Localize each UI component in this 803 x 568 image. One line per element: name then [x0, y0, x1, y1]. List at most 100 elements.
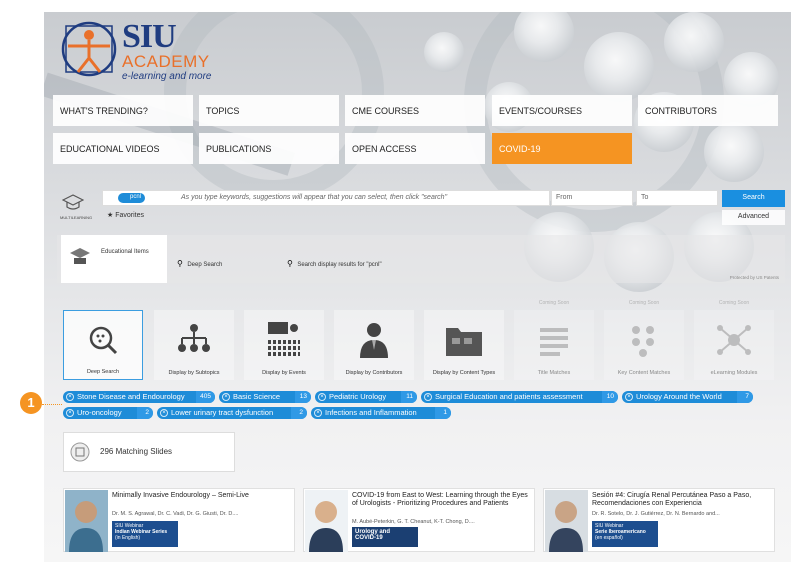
speaker-photo [305, 490, 348, 552]
card-title: Minimally Invasive Endourology – Semi-Li… [112, 492, 249, 499]
tab-deep-search[interactable]: ⚲ Deep Search [177, 253, 222, 271]
chip-label: Basic Science [233, 392, 281, 401]
chip-count: 13 [295, 391, 311, 403]
tab-search-display-results[interactable]: ⚲ Search display results for "pcnl" [287, 253, 382, 271]
topic-chip[interactable]: × Surgical Education and patients assess… [421, 391, 618, 403]
speaker-photo [65, 490, 108, 552]
topic-chip[interactable]: × Pediatric Urology 11 [315, 391, 417, 403]
result-card[interactable]: Sesión #4: Cirugía Renal Percutánea Paso… [543, 488, 775, 552]
chip-count: 2 [137, 407, 153, 419]
pill-label: pcnl [130, 194, 142, 200]
topic-chip[interactable]: × Stone Disease and Endourology 405 [63, 391, 215, 403]
nav-covid-19[interactable]: COVID-19 [492, 133, 632, 164]
tile-display-by-content-types[interactable]: Display by Content Types [424, 310, 504, 380]
tile-display-by-subtopics[interactable]: Display by Subtopics [154, 310, 234, 380]
chip-count: 405 [196, 391, 215, 403]
topic-chip[interactable]: × Infections and Inflammation 1 [311, 407, 451, 419]
remove-icon[interactable]: × [222, 393, 230, 401]
favorites-link[interactable]: ★ Favorites [107, 211, 144, 219]
banner-line: (in English) [115, 535, 141, 541]
tile-display-by-events[interactable]: Display by Events [244, 310, 324, 380]
remove-icon[interactable]: × [424, 393, 432, 401]
card-authors: M. Aubé-Peterkin, G. T. Cheanut, K-T. Ch… [352, 519, 475, 525]
topic-chip[interactable]: × Lower urinary tract dysfunction 2 [157, 407, 307, 419]
tile-label: Title Matches [537, 370, 571, 376]
remove-icon[interactable]: × [625, 393, 633, 401]
result-card[interactable]: COVID-19 from East to West: Learning thr… [303, 488, 535, 552]
remove-icon[interactable]: × [318, 393, 326, 401]
to-date-field[interactable]: To [636, 190, 718, 206]
topic-chip[interactable]: × Basic Science 13 [219, 391, 311, 403]
search-icon: ⚲ [287, 259, 293, 268]
topic-chip[interactable]: × Urology Around the World 7 [622, 391, 753, 403]
search-bar: MULTILEARNING As you type keywords, sugg… [57, 187, 785, 229]
nav-whats-trending[interactable]: WHAT'S TRENDING? [53, 95, 193, 126]
banner-line: (en español) [595, 535, 623, 541]
chip-label: Lower urinary tract dysfunction [171, 408, 274, 417]
key-content-icon [632, 326, 654, 357]
logo-tagline: e-learning and more [122, 71, 212, 82]
logo-academy: ACADEMY [122, 52, 210, 71]
chip-label: Stone Disease and Endourology [77, 392, 185, 401]
tile-display-by-contributors[interactable]: Display by Contributors [334, 310, 414, 380]
remove-icon[interactable]: × [66, 393, 74, 401]
tile-deep-search[interactable]: Deep Search [63, 310, 143, 380]
card-banner: SIU Webinar Serie Iberoamericano (en esp… [592, 521, 658, 547]
chip-count: 10 [602, 391, 618, 403]
search-input[interactable]: As you type keywords, suggestions will a… [102, 190, 550, 206]
slides-icon [70, 442, 90, 462]
callout-badge: 1 [20, 392, 42, 414]
tile-label: eLearning Modules [710, 370, 758, 376]
page-frame: SIU ACADEMY e-learning and more WHAT'S T… [44, 12, 791, 562]
nav-open-access[interactable]: OPEN ACCESS [345, 133, 485, 164]
nav-topics[interactable]: TOPICS [199, 95, 339, 126]
card-authors: Dr. M. S. Agrawal, Dr. C. Vadi, Dr. G. G… [112, 511, 239, 517]
banner-line: COVID-19 [355, 535, 383, 541]
tab-educational-items[interactable]: Educational Items [61, 235, 167, 283]
nav-publications[interactable]: PUBLICATIONS [199, 133, 339, 164]
nav-cme-courses[interactable]: CME COURSES [345, 95, 485, 126]
matching-slides-label: 296 Matching Slides [100, 447, 173, 456]
card-banner: Urology and COVID-19 [352, 527, 418, 547]
coming-soon-label: Coming Soon [628, 300, 660, 306]
magnifier-icon [89, 326, 118, 355]
search-display-label: Search display results for "pcnl" [297, 262, 382, 268]
remove-icon[interactable]: × [66, 409, 74, 417]
nav-educational-videos[interactable]: EDUCATIONAL VIDEOS [53, 133, 193, 164]
remove-icon[interactable]: × [160, 409, 168, 417]
remove-icon[interactable]: × [314, 409, 322, 417]
elearning-network-icon [717, 325, 751, 355]
nav-contributors[interactable]: CONTRIBUTORS [638, 95, 778, 126]
search-button[interactable]: Search [722, 190, 785, 207]
nav-events-courses[interactable]: EVENTS/COURSES [492, 95, 632, 126]
chip-label: Infections and Inflammation [325, 408, 417, 417]
star-icon: ★ [107, 212, 114, 219]
tile-label: Display by Subtopics [168, 370, 220, 376]
chip-count: 1 [435, 407, 451, 419]
advanced-button[interactable]: Advanced [722, 210, 785, 225]
tile-label: Display by Content Types [432, 370, 496, 376]
from-date-field[interactable]: From [551, 190, 633, 206]
contributor-icon [360, 323, 388, 358]
chip-label: Uro-oncology [77, 408, 122, 417]
topic-chip[interactable]: × Uro-oncology 2 [63, 407, 153, 419]
matching-slides-box[interactable]: 296 Matching Slides [63, 432, 235, 472]
favorites-label: Favorites [115, 212, 145, 219]
result-type-panel: Educational Items ⚲ Deep Search ⚲ Search… [57, 235, 785, 283]
tile-label: Display by Events [262, 370, 306, 376]
hierarchy-icon [178, 324, 210, 352]
protected-notice: Protected by US Patents [729, 275, 779, 280]
search-keyword-pill[interactable]: pcnl [118, 193, 146, 203]
chip-label: Pediatric Urology [329, 392, 387, 401]
folder-icon [446, 328, 482, 356]
tile-title-matches: Coming Soon Title Matches [514, 300, 594, 380]
chip-label: Urology Around the World [636, 392, 722, 401]
search-icon: ⚲ [177, 259, 183, 268]
mortarboard-icon[interactable] [62, 193, 84, 213]
tile-label: Key Content Matches [617, 370, 671, 376]
siu-academy-logo[interactable]: SIU ACADEMY e-learning and more [60, 16, 250, 86]
coming-soon-label: Coming Soon [538, 300, 570, 306]
result-card[interactable]: Minimally Invasive Endourology – Semi-Li… [63, 488, 295, 552]
coming-soon-label: Coming Soon [718, 300, 750, 306]
tile-label: Deep Search [86, 369, 120, 375]
